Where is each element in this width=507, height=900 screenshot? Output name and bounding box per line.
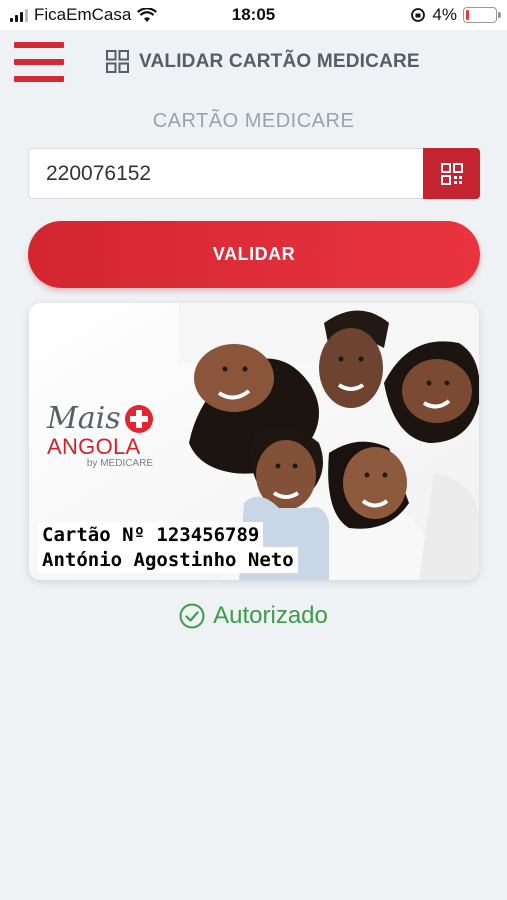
logo-plus-icon [124, 404, 153, 433]
card-number-text: Cartão Nº 123456789 [38, 522, 264, 548]
battery-percent: 4% [432, 5, 457, 24]
logo-mais-text: Mais [47, 401, 121, 436]
qr-code-icon [106, 50, 129, 73]
status-label: Autorizado [213, 602, 328, 629]
hamburger-menu-icon[interactable] [14, 42, 64, 82]
page-title: VALIDAR CARTÃO MEDICARE [139, 50, 420, 72]
card-input-group [28, 148, 480, 199]
qr-scan-button[interactable] [423, 148, 480, 199]
qr-scan-icon [440, 162, 463, 185]
orientation-lock-icon [411, 8, 426, 22]
battery-icon [463, 7, 501, 23]
check-circle-icon [179, 603, 205, 629]
mais-angola-logo: Mais ANGOLA by MEDICARE [47, 401, 167, 469]
card-holder-name: António Agostinho Neto [38, 547, 298, 573]
logo-angola-text: ANGOLA [47, 434, 141, 459]
card-section-label: CARTÃO MEDICARE [152, 110, 355, 132]
page-header: VALIDAR CARTÃO MEDICARE [106, 50, 420, 73]
status-right: 4% [410, 5, 501, 25]
card-number-input[interactable] [28, 148, 423, 199]
validate-button[interactable]: VALIDAR [28, 221, 480, 288]
medicare-card: Mais ANGOLA by MEDICARE Cartão Nº 123456… [29, 303, 479, 580]
validation-status: Autorizado [0, 602, 507, 630]
status-bar: FicaEmCasa 18:05 4% [0, 0, 507, 30]
